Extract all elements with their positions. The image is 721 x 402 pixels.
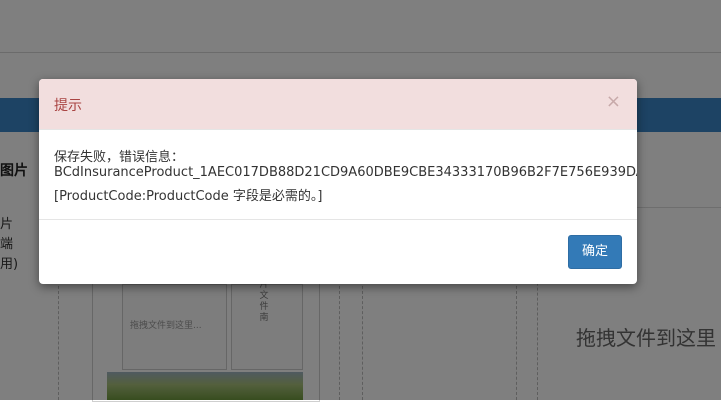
error-message-detail: [ProductCode:ProductCode 字段是必需的。] xyxy=(54,189,323,204)
error-message-id: BCdInsuranceProduct_1AEC017DB88D21CD9A60… xyxy=(54,165,637,180)
error-dialog: 提示 × 保存失败，错误信息： BCdInsuranceProduct_1AEC… xyxy=(39,79,637,284)
close-icon[interactable]: × xyxy=(606,93,621,111)
dialog-header: 提示 × xyxy=(39,79,637,130)
confirm-button[interactable]: 确定 xyxy=(568,235,622,269)
error-message-heading: 保存失败，错误信息： xyxy=(54,150,185,165)
dialog-title: 提示 xyxy=(54,98,82,114)
dialog-body: 保存失败，错误信息： BCdInsuranceProduct_1AEC017DB… xyxy=(39,130,637,220)
